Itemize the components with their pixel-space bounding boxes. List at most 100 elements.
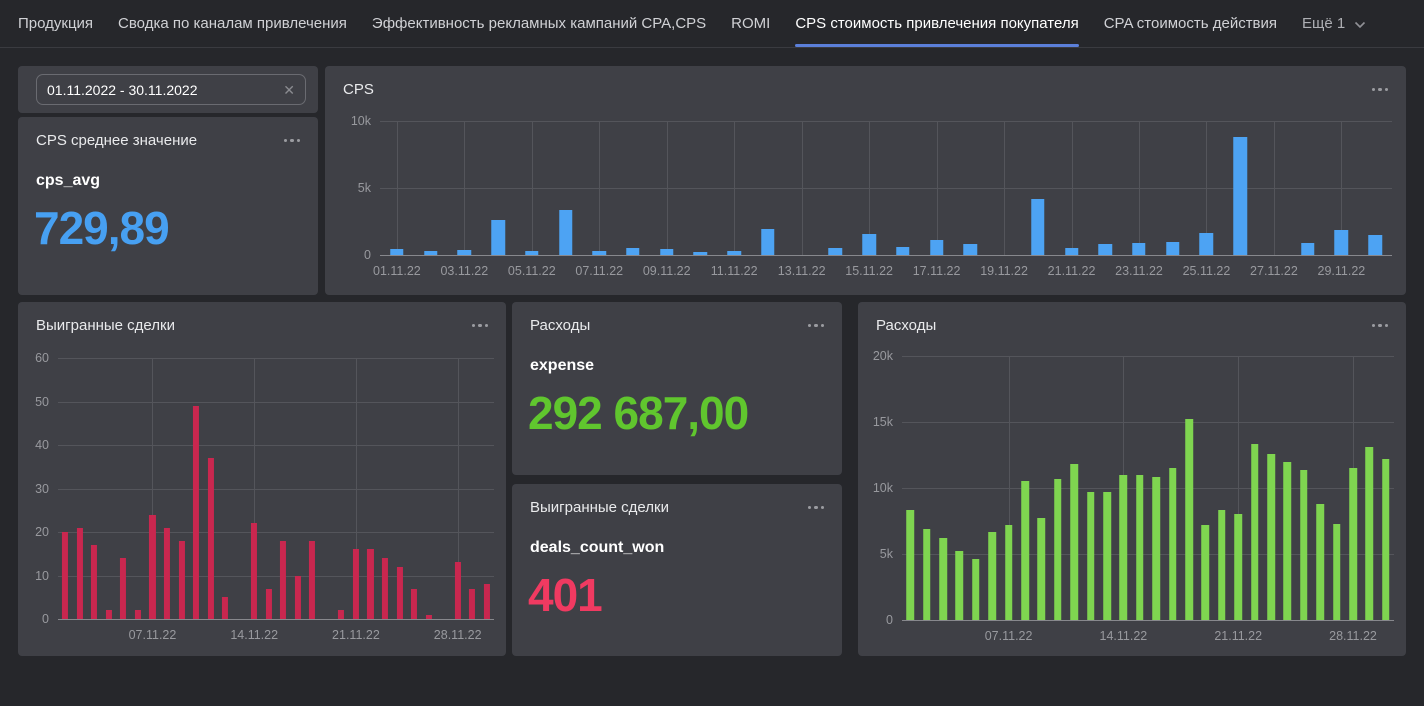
bar-07.11.22[interactable] [593,251,606,255]
bar-29.11.22[interactable] [1366,447,1374,620]
bar-28.11.22[interactable] [1349,468,1357,620]
bar-26.11.22[interactable] [426,615,432,619]
bar-14.11.22[interactable] [1120,475,1128,620]
bar-11.11.22[interactable] [208,458,214,619]
bar-26.11.22[interactable] [1233,137,1246,255]
bar-21.11.22[interactable] [1065,248,1078,255]
bar-16.11.22[interactable] [280,541,286,619]
bar-15.11.22[interactable] [1136,475,1144,620]
bar-09.11.22[interactable] [1038,518,1046,620]
bar-01.11.22[interactable] [906,510,914,620]
bar-18.11.22[interactable] [1185,419,1193,620]
bar-07.11.22[interactable] [1005,525,1013,620]
bar-25.11.22[interactable] [411,589,417,619]
bar-03.11.22[interactable] [939,538,947,620]
bar-28.11.22[interactable] [455,562,461,619]
bar-21.11.22[interactable] [353,549,359,619]
bar-05.11.22[interactable] [120,558,126,619]
bar-21.11.22[interactable] [1234,514,1242,620]
card-menu-button[interactable] [284,135,301,147]
card-menu-button[interactable] [808,502,825,514]
bar-18.11.22[interactable] [964,244,977,255]
bar-06.11.22[interactable] [988,532,996,620]
bar-08.11.22[interactable] [1021,481,1029,620]
bar-19.11.22[interactable] [1202,525,1210,620]
bar-13.11.22[interactable] [1103,492,1111,620]
bar-01.11.22[interactable] [390,249,403,255]
bar-16.11.22[interactable] [1152,477,1160,620]
bar-06.11.22[interactable] [559,210,572,255]
bar-23.11.22[interactable] [382,558,388,619]
bar-02.11.22[interactable] [923,529,931,620]
bar-22.11.22[interactable] [1251,444,1259,620]
bar-10.11.22[interactable] [1054,479,1062,620]
bar-27.11.22[interactable] [1333,524,1341,620]
bar-23.11.22[interactable] [1132,243,1145,255]
bar-14.11.22[interactable] [829,248,842,255]
bar-30.11.22[interactable] [484,584,490,619]
bar-14.11.22[interactable] [251,523,257,619]
bar-17.11.22[interactable] [930,240,943,255]
bar-07.11.22[interactable] [149,515,155,619]
bar-02.11.22[interactable] [424,251,437,255]
tab-svodka-po-kanalam[interactable]: Сводка по каналам привлечения [118,0,347,47]
bar-06.11.22[interactable] [135,610,141,619]
date-range-input[interactable]: 01.11.2022 - 30.11.2022 ✕ [36,74,306,105]
card-menu-button[interactable] [808,320,825,332]
bar-05.11.22[interactable] [972,559,980,620]
tab-effektivnost-kampaniy[interactable]: Эффективность рекламных кампаний CPA,CPS [372,0,706,47]
bar-20.11.22[interactable] [1218,510,1226,620]
card-menu-button[interactable] [1372,84,1389,96]
x-axis-tick-label: 28.11.22 [434,628,482,642]
bar-10.11.22[interactable] [193,406,199,619]
card-menu-button[interactable] [1372,320,1389,332]
tab-cpa-stoimost-deystviya[interactable]: CPA стоимость действия [1104,0,1277,47]
bar-29.11.22[interactable] [469,589,475,619]
tab-produkciya[interactable]: Продукция [18,0,93,47]
tab-romi[interactable]: ROMI [731,0,770,47]
bar-20.11.22[interactable] [1031,199,1044,255]
bar-22.11.22[interactable] [367,549,373,619]
bar-28.11.22[interactable] [1301,243,1314,255]
bar-24.11.22[interactable] [396,567,402,619]
bar-09.11.22[interactable] [178,541,184,619]
bar-25.11.22[interactable] [1300,470,1308,620]
bar-04.11.22[interactable] [106,610,112,619]
bar-10.11.22[interactable] [694,252,707,255]
bar-09.11.22[interactable] [660,249,673,255]
bar-05.11.22[interactable] [525,251,538,255]
bar-08.11.22[interactable] [626,248,639,255]
bar-30.11.22[interactable] [1368,235,1381,255]
bar-12.11.22[interactable] [1087,492,1095,620]
bar-03.11.22[interactable] [458,250,471,255]
tab-more[interactable]: Ещё 1 [1302,0,1366,47]
bar-20.11.22[interactable] [338,610,344,619]
bar-04.11.22[interactable] [491,220,504,255]
bar-02.11.22[interactable] [77,528,83,619]
bar-24.11.22[interactable] [1166,242,1179,255]
bar-24.11.22[interactable] [1284,462,1292,620]
bar-11.11.22[interactable] [1070,464,1078,620]
bar-16.11.22[interactable] [896,247,909,255]
bar-22.11.22[interactable] [1099,244,1112,255]
bar-15.11.22[interactable] [862,234,875,255]
bar-17.11.22[interactable] [295,576,301,620]
bar-25.11.22[interactable] [1200,233,1213,255]
bar-03.11.22[interactable] [91,545,97,619]
clear-filter-icon[interactable]: ✕ [283,83,295,97]
bar-18.11.22[interactable] [309,541,315,619]
bar-29.11.22[interactable] [1335,230,1348,255]
bar-04.11.22[interactable] [956,551,964,620]
bar-26.11.22[interactable] [1316,504,1324,620]
bar-11.11.22[interactable] [727,251,740,255]
bar-30.11.22[interactable] [1382,459,1390,620]
bar-12.11.22[interactable] [761,229,774,255]
card-menu-button[interactable] [472,320,489,332]
bar-08.11.22[interactable] [164,528,170,619]
bar-01.11.22[interactable] [62,532,68,619]
bar-17.11.22[interactable] [1169,468,1177,620]
bar-23.11.22[interactable] [1267,454,1275,620]
tab-cps-stoimost-privlecheniya[interactable]: CPS стоимость привлечения покупателя [795,0,1078,47]
bar-12.11.22[interactable] [222,597,228,619]
bar-15.11.22[interactable] [266,589,272,619]
